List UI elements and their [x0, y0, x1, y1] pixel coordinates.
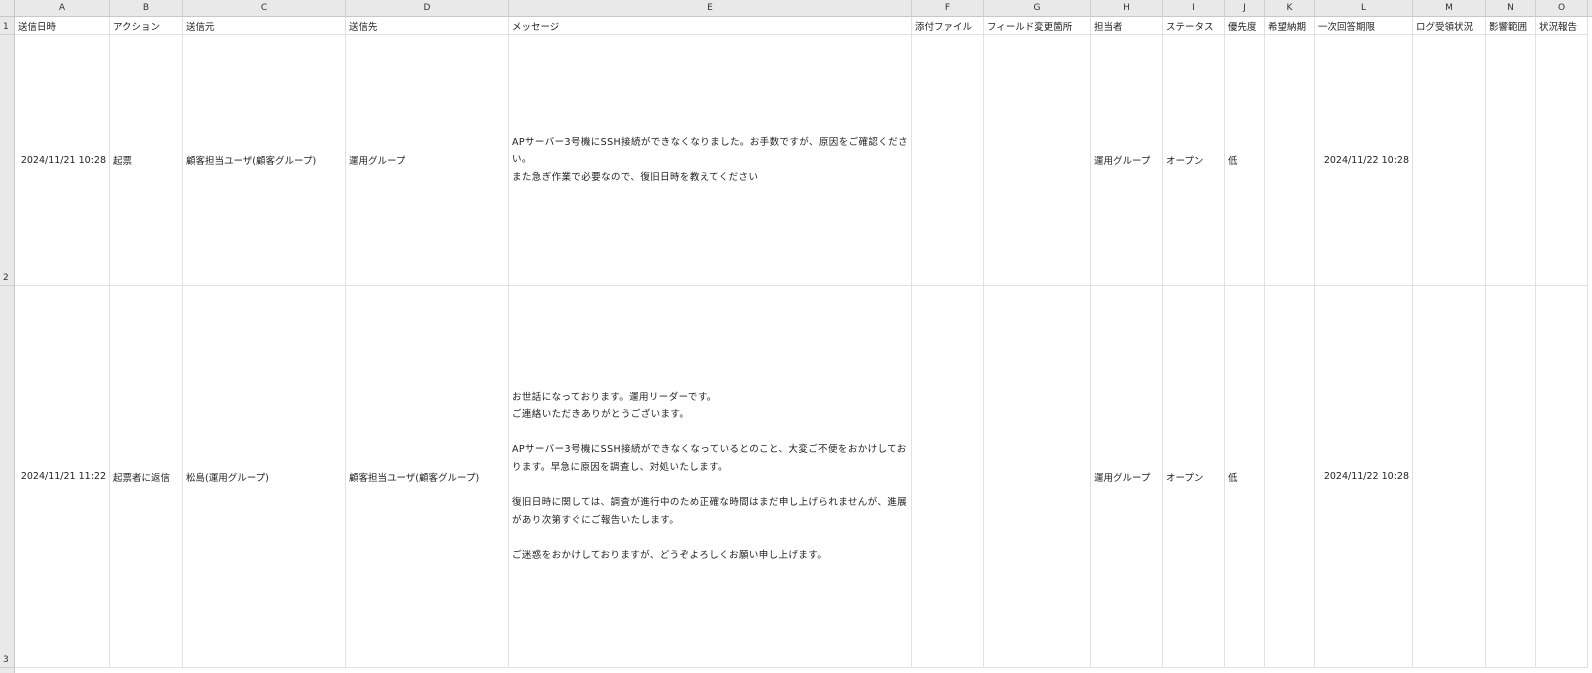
header-cell-recipient[interactable]: 送信先: [346, 17, 509, 35]
cell-assignee[interactable]: 運用グループ: [1091, 35, 1163, 286]
cell-priority[interactable]: 低: [1225, 35, 1265, 286]
cell-field-changes[interactable]: [984, 286, 1091, 668]
column-header-h[interactable]: H: [1091, 0, 1163, 17]
header-cell-sender[interactable]: 送信元: [183, 17, 346, 35]
header-cell-action[interactable]: アクション: [110, 17, 183, 35]
column-header-g[interactable]: G: [984, 0, 1091, 17]
cell-priority[interactable]: 低: [1225, 286, 1265, 668]
header-cell-log-receipt-status[interactable]: ログ受領状況: [1413, 17, 1486, 35]
column-header-b[interactable]: B: [110, 0, 183, 17]
cell-assignee[interactable]: 運用グループ: [1091, 286, 1163, 668]
cell-desired-deadline[interactable]: [1265, 286, 1315, 668]
column-header-i[interactable]: I: [1163, 0, 1225, 17]
column-header-d[interactable]: D: [346, 0, 509, 17]
select-all-corner[interactable]: [0, 0, 15, 17]
cell-message[interactable]: APサーバー3号機にSSH接続ができなくなりました。お手数ですが、原因をご確認く…: [509, 35, 912, 286]
header-cell-priority[interactable]: 優先度: [1225, 17, 1265, 35]
cell-status[interactable]: オープン: [1163, 286, 1225, 668]
column-header-f[interactable]: F: [912, 0, 984, 17]
column-header-j[interactable]: J: [1225, 0, 1265, 17]
column-header-l[interactable]: L: [1315, 0, 1413, 17]
header-cell-desired-deadline[interactable]: 希望納期: [1265, 17, 1315, 35]
header-cell-status-report[interactable]: 状況報告: [1536, 17, 1588, 35]
column-header-o[interactable]: O: [1536, 0, 1588, 17]
cell-recipient[interactable]: 運用グループ: [346, 35, 509, 286]
column-header-a[interactable]: A: [15, 0, 110, 17]
spreadsheet: A B C D E F G H I J K L M N O 1 2 3 送信日時…: [0, 0, 1592, 673]
cell-sent-datetime[interactable]: 2024/11/21 10:28: [15, 35, 110, 286]
column-header-e[interactable]: E: [509, 0, 912, 17]
header-cell-message[interactable]: メッセージ: [509, 17, 912, 35]
column-header-c[interactable]: C: [183, 0, 346, 17]
cell-status[interactable]: オープン: [1163, 35, 1225, 286]
cell-first-response-deadline[interactable]: 2024/11/22 10:28: [1315, 35, 1413, 286]
header-cell-impact-scope[interactable]: 影響範囲: [1486, 17, 1536, 35]
column-header-m[interactable]: M: [1413, 0, 1486, 17]
cell-sender[interactable]: 顧客担当ユーザ(顧客グループ): [183, 35, 346, 286]
row-header-1[interactable]: 1: [0, 17, 15, 35]
cell-status-report[interactable]: [1536, 286, 1588, 668]
header-cell-attachment[interactable]: 添付ファイル: [912, 17, 984, 35]
header-cell-field-changes[interactable]: フィールド変更箇所: [984, 17, 1091, 35]
cell-desired-deadline[interactable]: [1265, 35, 1315, 286]
row-header-2[interactable]: 2: [0, 35, 15, 286]
cell-first-response-deadline[interactable]: 2024/11/22 10:28: [1315, 286, 1413, 668]
cell-status-report[interactable]: [1536, 35, 1588, 286]
cell-sent-datetime[interactable]: 2024/11/21 11:22: [15, 286, 110, 668]
cell-attachment[interactable]: [912, 35, 984, 286]
header-cell-assignee[interactable]: 担当者: [1091, 17, 1163, 35]
column-header-overflow: [1588, 0, 1592, 17]
cell-attachment[interactable]: [912, 286, 984, 668]
cell-impact-scope[interactable]: [1486, 286, 1536, 668]
header-cell-status[interactable]: ステータス: [1163, 17, 1225, 35]
row-header-3[interactable]: 3: [0, 286, 15, 668]
column-header-n[interactable]: N: [1486, 0, 1536, 17]
cell-action[interactable]: 起票者に返信: [110, 286, 183, 668]
cell-sender[interactable]: 松島(運用グループ): [183, 286, 346, 668]
cell-message[interactable]: お世話になっております。運用リーダーです。 ご連絡いただきありがとうございます。…: [509, 286, 912, 668]
cell-log-receipt-status[interactable]: [1413, 35, 1486, 286]
row-header-overflow: [0, 668, 15, 673]
header-cell-first-response-deadline[interactable]: 一次回答期限: [1315, 17, 1413, 35]
cell-impact-scope[interactable]: [1486, 35, 1536, 286]
message-text: APサーバー3号機にSSH接続ができなくなりました。お手数ですが、原因をご確認く…: [512, 136, 908, 183]
cell-action[interactable]: 起票: [110, 35, 183, 286]
message-text: お世話になっております。運用リーダーです。 ご連絡いただきありがとうございます。…: [512, 391, 908, 561]
cell-log-receipt-status[interactable]: [1413, 286, 1486, 668]
cell-field-changes[interactable]: [984, 35, 1091, 286]
column-header-k[interactable]: K: [1265, 0, 1315, 17]
header-cell-sent-datetime[interactable]: 送信日時: [15, 17, 110, 35]
cell-recipient[interactable]: 顧客担当ユーザ(顧客グループ): [346, 286, 509, 668]
